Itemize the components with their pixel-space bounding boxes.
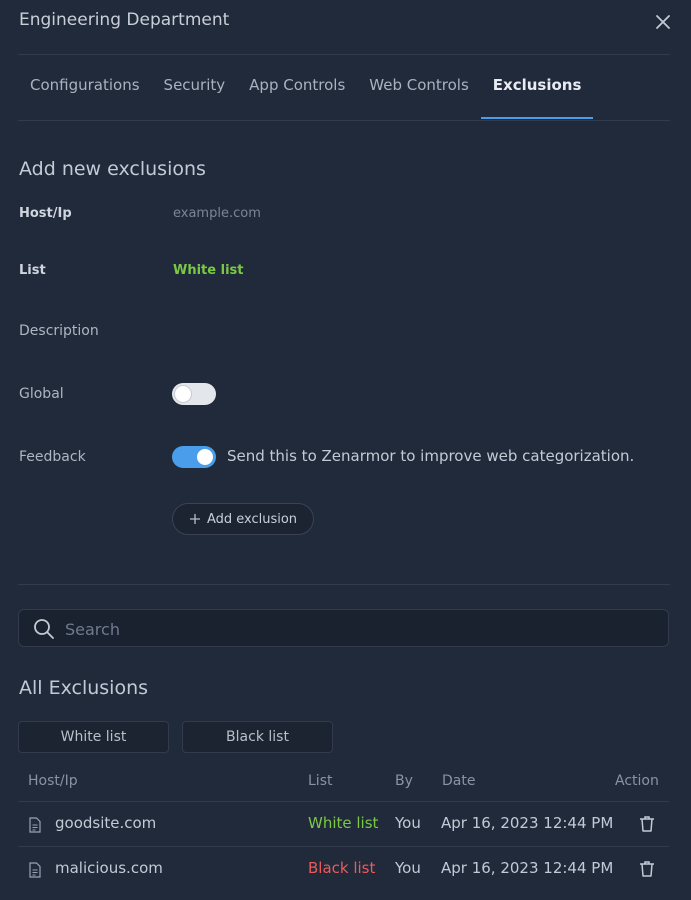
toggle-knob (197, 449, 213, 465)
column-host[interactable]: Host/Ip (28, 773, 78, 789)
tab-exclusions[interactable]: Exclusions (480, 55, 594, 119)
row-list: Black list (308, 859, 376, 877)
toggle-knob (175, 386, 191, 402)
global-label: Global (19, 386, 64, 402)
document-icon (29, 862, 41, 878)
tab-security[interactable]: Security (152, 55, 238, 119)
host-label: Host/Ip (19, 206, 72, 221)
tab-bar: Configurations Security App Controls Web… (18, 55, 594, 120)
row-by: You (395, 859, 421, 877)
list-select[interactable]: White list (173, 263, 243, 278)
trash-icon[interactable] (638, 860, 656, 878)
tab-configurations[interactable]: Configurations (18, 55, 152, 119)
close-icon[interactable] (652, 11, 674, 33)
row-list: White list (308, 814, 379, 832)
tab-web-controls[interactable]: Web Controls (357, 55, 481, 119)
column-action: Action (615, 773, 659, 789)
column-list[interactable]: List (308, 773, 332, 789)
add-exclusion-button[interactable]: Add exclusion (172, 503, 314, 535)
section-divider (18, 584, 670, 585)
all-exclusions-title: All Exclusions (19, 677, 149, 699)
table-row: malicious.com Black list You Apr 16, 202… (18, 846, 669, 892)
search-input[interactable] (63, 610, 657, 648)
global-toggle[interactable] (172, 383, 216, 405)
tabs-divider (18, 120, 670, 121)
plus-icon (189, 514, 200, 524)
feedback-description: Send this to Zenarmor to improve web cat… (227, 447, 635, 465)
host-input[interactable]: example.com (173, 206, 261, 221)
add-exclusion-label: Add exclusion (206, 511, 298, 527)
row-host: malicious.com (55, 859, 163, 877)
description-label: Description (19, 323, 99, 339)
row-date: Apr 16, 2023 12:44 PM (441, 859, 614, 877)
exclusions-panel: Engineering Department Configurations Se… (0, 0, 691, 900)
trash-icon[interactable] (638, 815, 656, 833)
row-by: You (395, 814, 421, 832)
row-host: goodsite.com (55, 814, 157, 832)
list-label: List (19, 263, 46, 278)
document-icon (29, 817, 41, 833)
feedback-label: Feedback (19, 449, 86, 465)
feedback-toggle[interactable] (172, 446, 216, 468)
filter-black-list[interactable]: Black list (182, 721, 333, 753)
search-box (18, 609, 669, 648)
filter-white-list[interactable]: White list (18, 721, 169, 753)
add-exclusions-title: Add new exclusions (19, 158, 206, 180)
row-date: Apr 16, 2023 12:44 PM (441, 814, 614, 832)
search-icon (34, 619, 54, 639)
table-row: goodsite.com White list You Apr 16, 2023… (18, 801, 669, 847)
column-date[interactable]: Date (442, 773, 475, 789)
tab-app-controls[interactable]: App Controls (237, 55, 357, 119)
column-by[interactable]: By (395, 773, 413, 789)
panel-title: Engineering Department (19, 10, 230, 30)
